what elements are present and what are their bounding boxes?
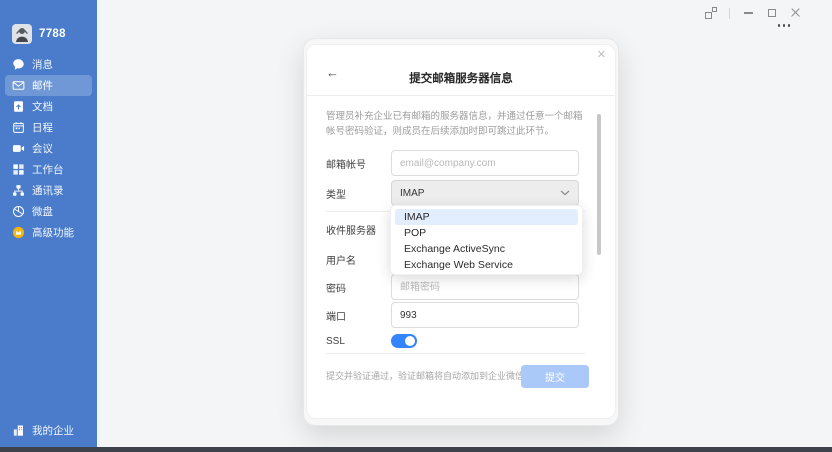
- sidebar-item-premium-features[interactable]: 高级功能: [5, 222, 92, 243]
- password-label: 密码: [326, 280, 391, 295]
- workspace-grid-icon: [12, 163, 25, 176]
- port-input[interactable]: [391, 302, 579, 328]
- ssl-label: SSL: [326, 336, 391, 347]
- type-row: 类型 IMAP: [326, 180, 579, 206]
- port-label: 端口: [326, 308, 391, 323]
- sidebar-item-mail[interactable]: 邮件: [5, 75, 92, 96]
- type-option-exchange-activesync[interactable]: Exchange ActiveSync: [395, 241, 578, 257]
- type-option-exchange-web-service[interactable]: Exchange Web Service: [395, 257, 578, 273]
- submit-mail-server-dialog: ✕ ← 提交邮箱服务器信息 管理员补充企业已有邮箱的服务器信息，并通过任意一个邮…: [306, 44, 616, 419]
- docs-icon: [12, 100, 25, 113]
- type-option-imap[interactable]: IMAP: [395, 209, 578, 225]
- maximize-icon[interactable]: [766, 7, 778, 19]
- submit-button[interactable]: 提交: [521, 365, 589, 388]
- dialog-scrollbar[interactable]: [597, 114, 601, 255]
- avatar[interactable]: [12, 24, 32, 44]
- type-label: 类型: [326, 186, 391, 201]
- sidebar-item-messages[interactable]: 消息: [5, 54, 92, 75]
- pin-window-icon[interactable]: [705, 7, 717, 19]
- sidebar-item-my-enterprise[interactable]: 我的企业: [5, 420, 92, 441]
- sidebar: 7788 消息 邮件 文档 日程 会议: [0, 0, 97, 447]
- wedrive-disc-icon: [12, 205, 25, 218]
- contacts-org-icon: [12, 184, 25, 197]
- dialog-title: 提交邮箱服务器信息: [307, 70, 615, 86]
- ssl-toggle-knob: [405, 336, 415, 346]
- more-options-icon[interactable]: [778, 24, 791, 27]
- ssl-toggle[interactable]: [391, 334, 417, 348]
- type-select[interactable]: IMAP: [391, 180, 579, 206]
- sidebar-nav: 消息 邮件 文档 日程 会议 工作台: [0, 54, 97, 243]
- minimize-icon[interactable]: [742, 7, 754, 19]
- sidebar-item-schedule[interactable]: 日程: [5, 117, 92, 138]
- sidebar-item-contacts[interactable]: 通讯录: [5, 180, 92, 201]
- sidebar-item-label: 微盘: [32, 204, 53, 219]
- email-account-input[interactable]: [391, 150, 579, 176]
- taskbar-edge: [0, 447, 832, 452]
- email-account-row: 邮箱帐号: [326, 150, 579, 176]
- app-window: 7788 消息 邮件 文档 日程 会议: [0, 0, 832, 452]
- sidebar-item-label: 我的企业: [32, 423, 74, 438]
- type-dropdown-menu: IMAP POP Exchange ActiveSync Exchange We…: [390, 205, 583, 275]
- footer-divider: [326, 353, 585, 354]
- building-icon: [12, 424, 25, 437]
- mail-icon: [12, 79, 25, 92]
- sidebar-item-label: 通讯录: [32, 183, 64, 198]
- sidebar-item-label: 会议: [32, 141, 53, 156]
- port-row: 端口: [326, 302, 579, 328]
- sidebar-item-docs[interactable]: 文档: [5, 96, 92, 117]
- header-divider: [307, 95, 615, 96]
- email-account-label: 邮箱帐号: [326, 156, 391, 171]
- type-selected-value: IMAP: [400, 188, 424, 199]
- sidebar-item-label: 消息: [32, 57, 53, 72]
- meeting-icon: [12, 142, 25, 155]
- sidebar-item-meeting[interactable]: 会议: [5, 138, 92, 159]
- submit-note: 提交并验证通过，验证邮箱将自动添加到企业微信: [326, 369, 518, 382]
- dialog-backdrop-card: ✕ ← 提交邮箱服务器信息 管理员补充企业已有邮箱的服务器信息，并通过任意一个邮…: [303, 38, 619, 426]
- password-input[interactable]: [391, 274, 579, 300]
- sidebar-item-wedrive[interactable]: 微盘: [5, 201, 92, 222]
- receive-server-label: 收件服务器: [326, 222, 391, 237]
- type-option-pop[interactable]: POP: [395, 225, 578, 241]
- sidebar-item-label: 文档: [32, 99, 53, 114]
- sidebar-item-label: 邮件: [32, 78, 53, 93]
- window-controls-divider: [729, 8, 730, 19]
- sidebar-footer: 我的企业: [0, 420, 97, 441]
- message-icon: [12, 58, 25, 71]
- sidebar-item-workspace[interactable]: 工作台: [5, 159, 92, 180]
- sidebar-item-label: 高级功能: [32, 225, 74, 240]
- dialog-close-icon[interactable]: ✕: [597, 50, 606, 61]
- chevron-down-icon: [560, 188, 570, 199]
- sidebar-item-label: 工作台: [32, 162, 64, 177]
- username-label: 用户名: [326, 252, 391, 267]
- window-controls: [705, 7, 802, 19]
- user-name: 7788: [39, 28, 66, 40]
- password-row: 密码: [326, 274, 579, 300]
- sidebar-item-label: 日程: [32, 120, 53, 135]
- calendar-icon: [12, 121, 25, 134]
- premium-crown-icon: [12, 226, 25, 239]
- ssl-row: SSL: [326, 328, 417, 354]
- close-window-icon[interactable]: [790, 7, 802, 19]
- user-profile[interactable]: 7788: [12, 24, 97, 44]
- dialog-description: 管理员补充企业已有邮箱的服务器信息，并通过任意一个邮箱帐号密码验证，则成员在后续…: [326, 109, 588, 139]
